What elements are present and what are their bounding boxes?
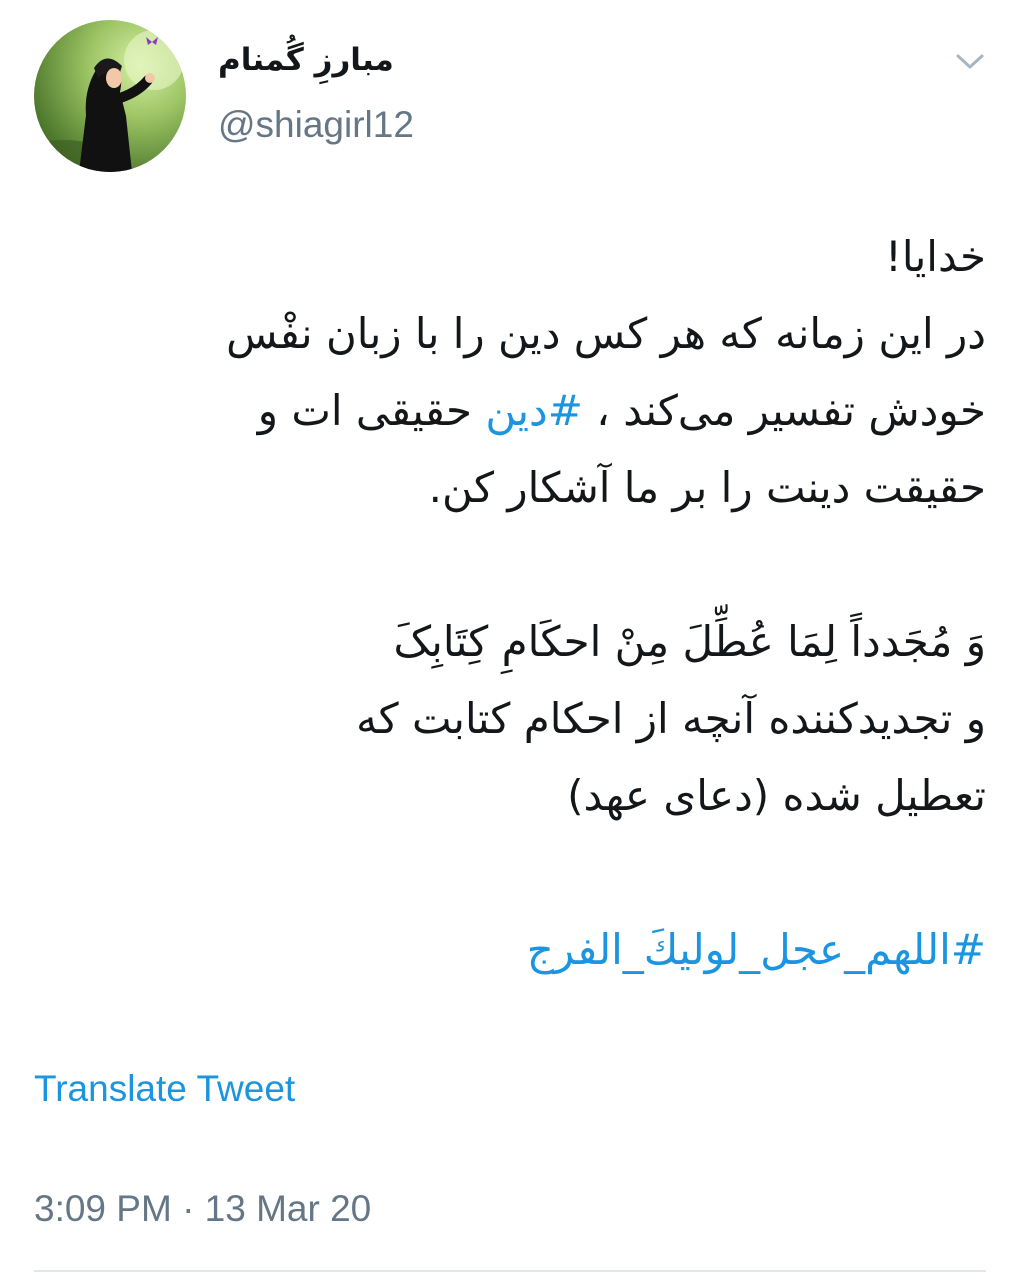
hashtag-link[interactable]: #دین bbox=[485, 386, 583, 435]
tweet-line: خودش تفسیر می‌کند ، #دین حقیقی ات و bbox=[34, 372, 986, 449]
tweet-line: حقیقت دینت را بر ما آشکار کن. bbox=[428, 463, 986, 512]
tweet-line: وَ مُجَدداً لِمَا عُطِّلَ مِنْ احکَامِ ک… bbox=[393, 617, 986, 666]
tweet-line: خدایا! bbox=[884, 232, 986, 281]
tweet-text-fragment: حقیقی ات و bbox=[257, 386, 486, 435]
tweet-line: و تجدیدکننده آنچه از احکام کتابت که bbox=[356, 694, 986, 743]
avatar-illustration bbox=[34, 30, 184, 172]
tweet-text-fragment: خودش تفسیر می‌کند ، bbox=[582, 386, 986, 435]
more-options-button[interactable] bbox=[952, 48, 988, 74]
translate-tweet-link[interactable]: Translate Tweet bbox=[34, 1068, 295, 1110]
tweet-line: تعطیل شده (دعای عهد) bbox=[567, 771, 986, 820]
chevron-down-icon bbox=[956, 54, 984, 69]
tweet-text: خدایا! در این زمانه که هر کس دین را با ز… bbox=[34, 218, 986, 988]
divider bbox=[34, 1270, 986, 1272]
hashtag-link[interactable]: #اللهم_عجل_لولیكَ_الفرج bbox=[527, 925, 986, 974]
avatar[interactable] bbox=[34, 20, 186, 172]
display-name[interactable]: مبارزِ گُمنام bbox=[218, 42, 394, 78]
tweet-timestamp[interactable]: 3:09 PM · 13 Mar 20 bbox=[34, 1188, 371, 1230]
tweet-line: #اللهم_عجل_لولیكَ_الفرج bbox=[34, 911, 986, 988]
tweet-line: در این زمانه که هر کس دین را با زبان نفْ… bbox=[226, 309, 986, 358]
user-handle[interactable]: @shiagirl12 bbox=[218, 104, 414, 146]
